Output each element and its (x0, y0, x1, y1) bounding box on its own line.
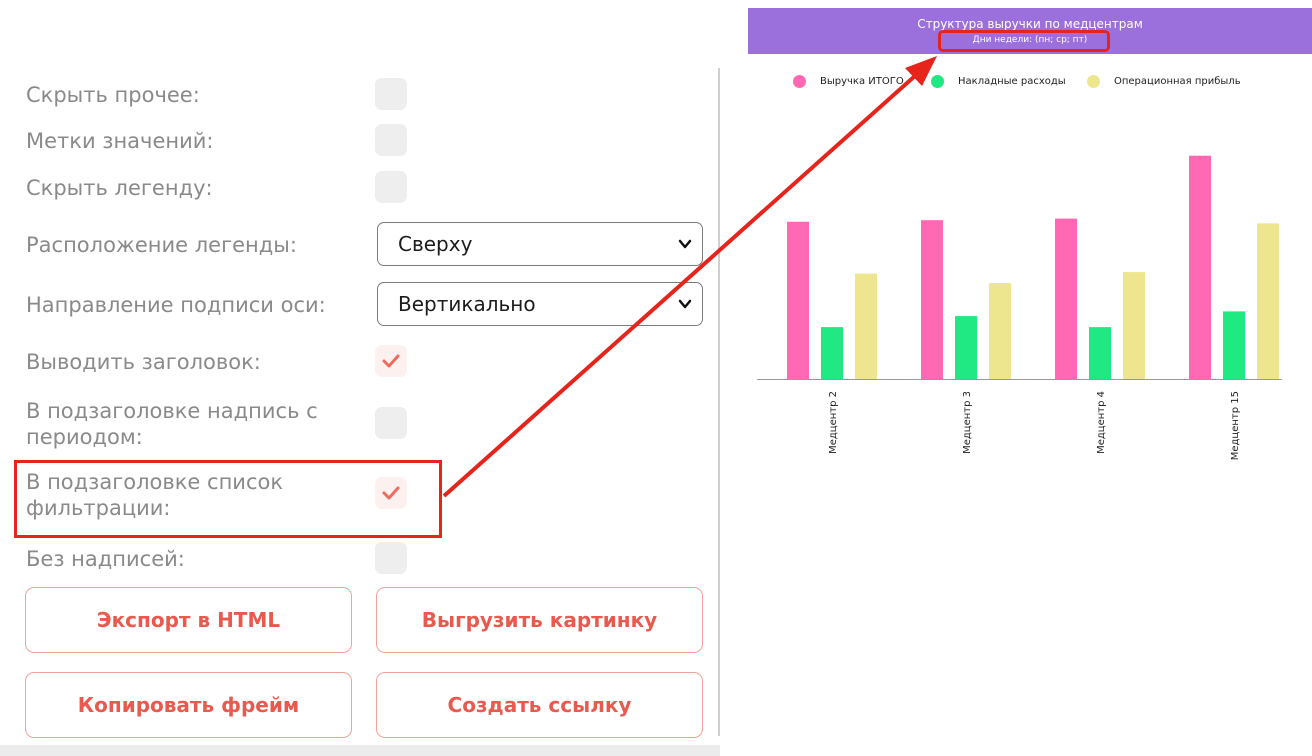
create-link-button[interactable]: Создать ссылку (376, 672, 703, 738)
no-labels-checkbox[interactable] (375, 542, 407, 574)
legend-position-value: Сверху (398, 232, 473, 256)
hide-legend-checkbox[interactable] (375, 171, 407, 203)
chart-preview: Структура выручки по медцентрам Дни неде… (748, 8, 1312, 488)
bar (855, 273, 877, 379)
hide-other-label: Скрыть прочее: (26, 83, 200, 107)
bar (989, 283, 1011, 379)
value-labels-checkbox[interactable] (375, 124, 407, 156)
subtitle-period-checkbox[interactable] (375, 407, 407, 439)
chevron-down-icon (678, 239, 692, 249)
chart-settings-panel: Скрыть прочее: Метки значений: Скрыть ле… (0, 0, 720, 756)
legend-position-select[interactable]: Сверху (377, 222, 703, 266)
value-labels-label: Метки значений: (26, 129, 214, 153)
checkmark-icon (382, 354, 400, 368)
x-tick-label: Медцентр 4 (1096, 391, 1107, 454)
axis-label-direction-value: Вертикально (398, 292, 536, 316)
axis-label-direction-label: Направление подписи оси: (26, 293, 326, 317)
bar (1055, 218, 1077, 379)
bar (1257, 223, 1279, 379)
hide-other-checkbox[interactable] (375, 78, 407, 110)
x-tick-label: Медцентр 3 (962, 391, 973, 454)
subtitle-period-label: В подзаголовке надпись с периодом: (26, 399, 318, 449)
download-image-button[interactable]: Выгрузить картинку (376, 587, 703, 653)
bar (1089, 327, 1111, 379)
chevron-down-icon (678, 299, 692, 309)
panel-divider (718, 68, 720, 736)
bar (1223, 311, 1245, 379)
x-tick-label: Медцентр 2 (828, 391, 839, 454)
axis-label-direction-select[interactable]: Вертикально (377, 282, 703, 326)
no-labels-label: Без надписей: (26, 547, 185, 571)
show-title-label: Выводить заголовок: (26, 350, 261, 374)
legend-position-label: Расположение легенды: (26, 233, 297, 257)
bottom-scroll-strip[interactable] (0, 745, 720, 756)
bar (1189, 155, 1211, 379)
bar (821, 327, 843, 379)
bar-chart: Медцентр 2 Медцентр 3 Медцентр 4 Медцентр 1… (757, 155, 1282, 460)
export-html-button[interactable]: Экспорт в HTML (25, 587, 352, 653)
bar (921, 220, 943, 379)
copy-frame-button[interactable]: Копировать фрейм (25, 672, 352, 738)
show-title-checkbox[interactable] (375, 345, 407, 377)
bar (955, 316, 977, 379)
x-tick-label: Медцентр 15 (1230, 391, 1241, 460)
bar (787, 221, 809, 379)
filter-option-highlight (14, 460, 442, 538)
bar (1123, 272, 1145, 379)
hide-legend-label: Скрыть легенду: (26, 176, 213, 200)
